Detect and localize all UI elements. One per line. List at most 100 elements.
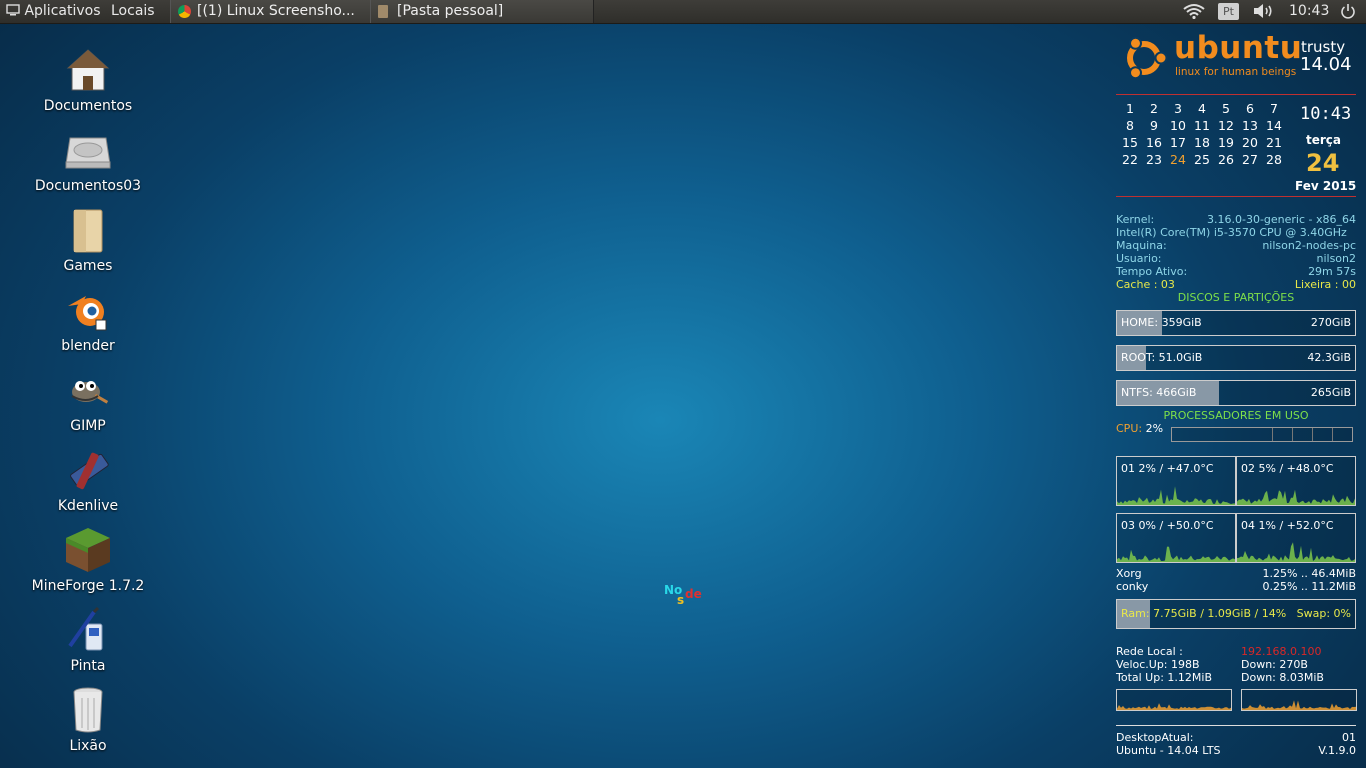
minecraft-block-icon	[64, 526, 112, 574]
calendar-day-cell: 2	[1150, 101, 1158, 116]
home-folder-icon	[64, 46, 112, 94]
calendar-day-cell: 11	[1194, 118, 1210, 133]
network-speed: Veloc.Up: 198B Down: 270B	[1116, 658, 1308, 671]
desktop-icon-documentos03[interactable]: Documentos03	[28, 126, 148, 194]
disks-title: DISCOS E PARTIÇÕES	[1177, 291, 1295, 304]
calendar-day-cell: 9	[1150, 118, 1158, 133]
wifi-indicator[interactable]	[1182, 3, 1206, 20]
places-menu[interactable]: Locais	[111, 0, 155, 23]
volume-indicator[interactable]	[1253, 3, 1275, 19]
cpu-title: PROCESSADORES EM USO	[1163, 409, 1309, 422]
calendar-day-cell: 13	[1242, 118, 1258, 133]
desktop-icon-label: blender	[61, 338, 115, 354]
divider	[1116, 725, 1356, 726]
calendar-day-cell: 1	[1126, 101, 1134, 116]
task-button-label: [Pasta pessoal]	[397, 3, 504, 19]
calendar-day-cell: 7	[1270, 101, 1278, 116]
calendar-day-cell: 27	[1242, 152, 1258, 167]
task-button-browser[interactable]: [(1) Linux Screensho...	[170, 0, 390, 23]
desktop-icon-label: Documentos03	[34, 178, 142, 194]
desktop-icon-blender[interactable]: blender	[28, 286, 148, 354]
clock[interactable]: 10:43	[1289, 0, 1329, 23]
disk-bar-root: ROOT: 51.0GiB 42.3GiB	[1116, 345, 1356, 371]
desktop-icon-gimp[interactable]: GIMP	[28, 366, 148, 434]
keyboard-layout-indicator[interactable]: Pt	[1218, 3, 1239, 20]
ubuntu-logo: ubuntu linux for human beings trusty 14.…	[1120, 30, 1360, 84]
desktop-icon-mineforge[interactable]: MineForge 1.7.2	[28, 526, 148, 594]
desktop-icon-pinta[interactable]: Pinta	[28, 606, 148, 674]
computer-icon	[6, 4, 20, 16]
desktop-icon-documentos[interactable]: Documentos	[28, 46, 148, 114]
desktop-icon-label: Documentos	[43, 98, 133, 114]
divider	[1116, 94, 1356, 95]
calendar-day-cell: 22	[1122, 152, 1138, 167]
cpu-core-graph-3: 03 0% / +50.0°C	[1116, 513, 1236, 563]
footer-desktop: DesktopAtual: 01	[1116, 731, 1356, 744]
calendar-day-cell: 17	[1170, 135, 1186, 150]
disk-bar-home: HOME: 359GiB 270GiB	[1116, 310, 1356, 336]
calendar-day-cell: 4	[1198, 101, 1206, 116]
task-button-home-folder[interactable]: [Pasta pessoal]	[370, 0, 594, 23]
desktop-icon-label: Games	[63, 258, 113, 274]
disk-bar-ntfs: NTFS: 466GiB 265GiB	[1116, 380, 1356, 406]
desktop-icon-kdenlive[interactable]: Kdenlive	[28, 446, 148, 514]
cpu-core-graph-2: 02 5% / +48.0°C	[1236, 456, 1356, 506]
calendar-grid: 1 2 3 4 5 6 7 8 9 10 11 12 13 14 15 16 17 18 19 20 21 22 23 24 2…	[1118, 100, 1286, 168]
top-panel: Aplicativos Locais [(1) Linux Screensho.…	[0, 0, 1366, 24]
ubuntu-tagline: linux for human beings	[1175, 66, 1297, 78]
folder-icon	[64, 206, 112, 254]
desktop-icon-games[interactable]: Games	[28, 206, 148, 274]
ubuntu-circle-of-friends-icon	[1127, 36, 1168, 80]
network-local: Rede Local :192.168.0.100	[1116, 645, 1322, 658]
trash-icon	[64, 686, 112, 734]
desktop-icon-trash[interactable]: Lixão	[28, 686, 148, 754]
process-row: Xorg 1.25% .. 46.4MiB	[1116, 567, 1356, 580]
session-menu[interactable]	[1340, 3, 1356, 19]
calendar-day-cell: 21	[1266, 135, 1282, 150]
folder-icon	[378, 5, 388, 18]
calendar-day-cell: 14	[1266, 118, 1282, 133]
desktop-icon-label: Kdenlive	[57, 498, 119, 514]
footer-distro: Ubuntu - 14.04 LTS V.1.9.0	[1116, 744, 1356, 757]
calendar-weekday: terça	[1306, 133, 1342, 147]
calendar-month-year: Fev 2015	[1295, 179, 1357, 193]
sysinfo-uptime: Tempo Ativo: 29m 57s	[1116, 265, 1356, 278]
sysinfo-machine: Maquina: nilson2-nodes-pc	[1116, 239, 1356, 252]
applications-menu-label: Aplicativos	[24, 3, 101, 19]
desktop-icon-label: GIMP	[70, 418, 106, 434]
calendar-clock: 10:43	[1300, 104, 1352, 124]
network-down-graph	[1241, 689, 1357, 711]
ram-bar: Ram: 7.75GiB / 1.09GiB / 14% Swap: 0%	[1116, 599, 1356, 629]
sysinfo-user: Usuario: nilson2	[1116, 252, 1356, 265]
calendar-day-cell: 10	[1170, 118, 1186, 133]
pinta-brush-icon	[64, 606, 112, 654]
calendar-day-cell: 12	[1218, 118, 1234, 133]
cpu-core-graph-4: 04 1% / +52.0°C	[1236, 513, 1356, 563]
wallpaper-logo-part2: s	[677, 593, 685, 607]
conky-panel: ubuntu linux for human beings trusty 14.…	[1110, 24, 1366, 768]
calendar-day-cell: 28	[1266, 152, 1282, 167]
calendar-week-row: 8 9 10 11 12 13 14	[1118, 117, 1286, 134]
calendar-day-cell: 5	[1222, 101, 1230, 116]
sysinfo-kernel: Kernel: 3.16.0-30-generic - x86_64	[1116, 213, 1356, 226]
desktop-icon-label: Lixão	[69, 738, 107, 754]
wallpaper-logo-part3: de	[685, 587, 702, 601]
calendar-day-cell: 16	[1146, 135, 1162, 150]
sysinfo-cpu-model: Intel(R) Core(TM) i5-3570 CPU @ 3.40GHz	[1116, 226, 1347, 239]
calendar-day-cell: 15	[1122, 135, 1138, 150]
calendar-day-cell: 19	[1218, 135, 1234, 150]
calendar-day-cell: 3	[1174, 101, 1182, 116]
cpu-usage-bar	[1171, 427, 1353, 442]
calendar-week-row: 1 2 3 4 5 6 7	[1118, 100, 1286, 117]
calendar-day-cell: 25	[1194, 152, 1210, 167]
wifi-icon	[1183, 4, 1205, 20]
applications-menu[interactable]: Aplicativos	[6, 0, 101, 23]
calendar-day-cell: 18	[1194, 135, 1210, 150]
calendar-week-row: 22 23 24 25 26 27 28	[1118, 151, 1286, 168]
desktop-icon-label: Pinta	[70, 658, 106, 674]
hard-drive-icon	[64, 126, 112, 174]
calendar-day-cell: 23	[1146, 152, 1162, 167]
cpu-core-graph-1: 01 2% / +47.0°C	[1116, 456, 1236, 506]
network-total: Total Up: 1.12MiB Down: 8.03MiB	[1116, 671, 1324, 684]
calendar-day: 24	[1306, 149, 1340, 177]
